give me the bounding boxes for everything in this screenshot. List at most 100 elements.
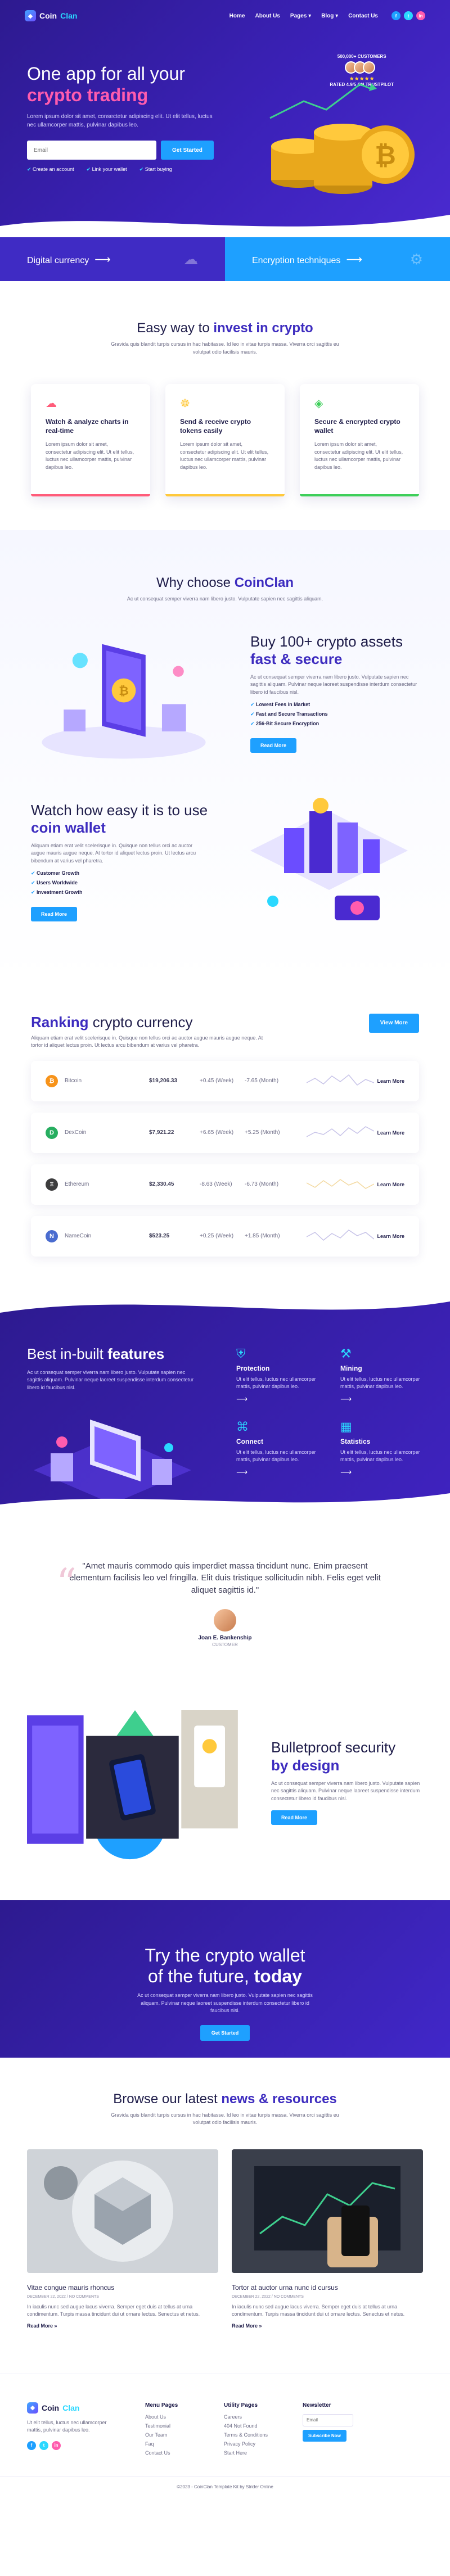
why-title-a: Why choose xyxy=(156,575,235,590)
sparkline xyxy=(307,1126,374,1137)
nav-link-blog[interactable]: Blog ▾ xyxy=(321,13,338,19)
nav-link-home[interactable]: Home xyxy=(230,13,245,19)
footer: ◆ Coin Clan Ut elit tellus, luctus nec ul… xyxy=(0,2373,450,2476)
learn-more-link[interactable]: Learn More xyxy=(377,1130,404,1136)
builtin-title-b: features xyxy=(107,1345,165,1362)
logo-text-b: Clan xyxy=(60,11,78,20)
footer-link[interactable]: Contact Us xyxy=(145,2450,224,2456)
coin-change-week: +0.45 (Week) xyxy=(200,1078,234,1084)
token-icon: ☸ xyxy=(180,397,190,410)
hero-email-input[interactable] xyxy=(27,141,156,160)
footer-link[interactable]: Our Team xyxy=(145,2432,224,2438)
facebook-icon[interactable]: f xyxy=(392,11,400,20)
card-accent-bar xyxy=(300,494,419,496)
coin-change-week: +6.65 (Week) xyxy=(200,1129,234,1136)
encryption-techniques-banner[interactable]: Encryption techniques ⟶ ⚙ xyxy=(225,237,450,281)
news-image-trading-laptop[interactable] xyxy=(232,2149,423,2273)
news-image-crypto-chip[interactable] xyxy=(27,2149,218,2273)
arrow-right-icon[interactable]: ⟶ xyxy=(236,1467,318,1477)
news-card: Tortor at auctor urna nunc id cursus DEC… xyxy=(232,2149,423,2329)
easy-way-title: Easy way to invest in crypto xyxy=(0,320,450,336)
footer-link[interactable]: Start Here xyxy=(224,2450,303,2456)
shield-icon: ⛨ xyxy=(236,1346,246,1361)
coin-wallet-description: Aliquam etiam erat velit scelerisque in.… xyxy=(31,842,196,864)
feature-card-text: Lorem ipsum dolor sit amet, consectetur … xyxy=(46,441,134,470)
coin-change-week: +0.25 (Week) xyxy=(200,1233,234,1239)
news-read-more-link[interactable]: Read More » xyxy=(232,2323,423,2329)
news-card-title[interactable]: Vitae congue mauris rhoncus xyxy=(27,2284,218,2292)
growth-arrow-line xyxy=(269,83,372,119)
bulletproof-title: Bulletproof security by design xyxy=(271,1739,423,1774)
why-choose-subtitle: Ac ut consequat semper viverra nam liber… xyxy=(127,596,323,602)
buy-title-a: Buy 100+ crypto assets xyxy=(250,632,403,650)
coin-change-month: +5.25 (Month) xyxy=(245,1129,280,1136)
coin-wallet-read-more-button[interactable]: Read More xyxy=(31,907,78,922)
footer-link[interactable]: Testimonial xyxy=(145,2423,224,2429)
footer-link[interactable]: Faq xyxy=(145,2441,224,2447)
news-card-title[interactable]: Tortor at auctor urna nunc id cursus xyxy=(232,2284,423,2292)
customers-label: 500,000+ CUSTOMERS xyxy=(337,54,386,59)
twitter-icon[interactable]: t xyxy=(39,2441,48,2450)
bullet-title-b: by design xyxy=(271,1756,340,1774)
feature-title: Connect xyxy=(236,1437,263,1445)
logo[interactable]: ◆ Coin Clan xyxy=(25,10,77,21)
footer-link[interactable]: Privacy Policy xyxy=(224,2441,303,2447)
footer-social: f t in xyxy=(27,2441,145,2450)
bitcoin-coin: ₿ xyxy=(356,125,415,184)
builtin-features-section: Best in-built features Ac ut consequat s… xyxy=(0,1290,450,1515)
nav-link-pages[interactable]: Pages ▾ xyxy=(290,13,311,19)
buy-assets-block: ₿ Buy 100+ crypto assets fast & secure Ac… xyxy=(0,620,450,766)
buy-assets-read-more-button[interactable]: Read More xyxy=(250,738,297,753)
instagram-icon[interactable]: in xyxy=(416,11,425,20)
footer-link[interactable]: 404 Not Found xyxy=(224,2423,303,2429)
ranking-title-b: crypto currency xyxy=(88,1013,193,1031)
news-read-more-link[interactable]: Read More » xyxy=(27,2323,218,2329)
news-card-excerpt: In iaculis nunc sed augue lacus viverra.… xyxy=(27,2303,200,2317)
card-accent-bar xyxy=(165,494,285,496)
try-wallet-get-started-button[interactable]: Get Started xyxy=(200,2024,250,2041)
hero-subtitle: Lorem ipsum dolor sit amet, consectetur … xyxy=(27,114,213,128)
buy-assets-description: Ac ut consequat semper viverra nam liber… xyxy=(250,674,417,695)
digital-currency-banner[interactable]: Digital currency ⟶ ☁ xyxy=(0,237,225,281)
coin-name: Bitcoin xyxy=(65,1078,82,1084)
footer-link[interactable]: Careers xyxy=(224,2414,303,2420)
footer-link[interactable]: About Us xyxy=(145,2414,224,2420)
footer-logo[interactable]: ◆ Coin Clan xyxy=(27,2402,145,2414)
ethereum-icon: Ξ xyxy=(46,1178,58,1191)
nav-link-about[interactable]: About Us xyxy=(255,13,280,19)
easy-title-a: Easy way to xyxy=(137,320,214,336)
learn-more-link[interactable]: Learn More xyxy=(377,1078,404,1084)
feature-title: Protection xyxy=(236,1364,270,1372)
view-more-button[interactable]: View More xyxy=(368,1013,419,1033)
subscribe-button[interactable]: Subscribe Now xyxy=(303,2429,346,2442)
builtin-subtitle: Ac ut consequat semper viverra nam liber… xyxy=(27,1369,194,1390)
arrow-right-icon[interactable]: ⟶ xyxy=(236,1394,318,1404)
feature-card-title: Watch & analyze charts in real-time xyxy=(46,418,129,435)
newsletter-email-input[interactable] xyxy=(303,2414,353,2426)
wallet-title-a: Watch how easy it is to use xyxy=(31,801,208,819)
list-item: Users Worldwide xyxy=(31,880,222,886)
statistics-icon: ▦ xyxy=(340,1419,352,1434)
nav-link-contact[interactable]: Contact Us xyxy=(348,13,378,19)
bulletproof-text: Bulletproof security by design Ac ut con… xyxy=(243,1739,423,1825)
arrow-right-icon[interactable]: ⟶ xyxy=(340,1467,422,1477)
encryption-label: Encryption techniques xyxy=(252,255,341,265)
coin-name: Ethereum xyxy=(65,1181,89,1187)
hero-get-started-button[interactable]: Get Started xyxy=(161,141,214,160)
arrow-right-icon[interactable]: ⟶ xyxy=(340,1394,422,1404)
news-card: Vitae congue mauris rhoncus DECEMBER 22,… xyxy=(27,2149,218,2329)
learn-more-link[interactable]: Learn More xyxy=(377,1233,404,1239)
ranking-subtitle: Aliquam etiam erat velit scelerisque in.… xyxy=(31,1034,263,1049)
bottom-wave xyxy=(0,1493,450,1515)
news-card-excerpt: In iaculis nunc sed augue lacus viverra.… xyxy=(232,2303,405,2317)
bulletproof-read-more-button[interactable]: Read More xyxy=(271,1810,318,1825)
instagram-icon[interactable]: in xyxy=(52,2441,61,2450)
twitter-icon[interactable]: t xyxy=(404,11,413,20)
ranking-section: Ranking crypto currency Aliquam etiam er… xyxy=(0,986,450,1290)
avatar xyxy=(363,61,376,74)
easy-title-b: invest in crypto xyxy=(213,320,313,336)
learn-more-link[interactable]: Learn More xyxy=(377,1182,404,1187)
footer-link[interactable]: Terms & Conditions xyxy=(224,2432,303,2438)
facebook-icon[interactable]: f xyxy=(27,2441,36,2450)
feature-text: Ut elit tellus, luctus nec ullamcorper m… xyxy=(340,1376,420,1390)
